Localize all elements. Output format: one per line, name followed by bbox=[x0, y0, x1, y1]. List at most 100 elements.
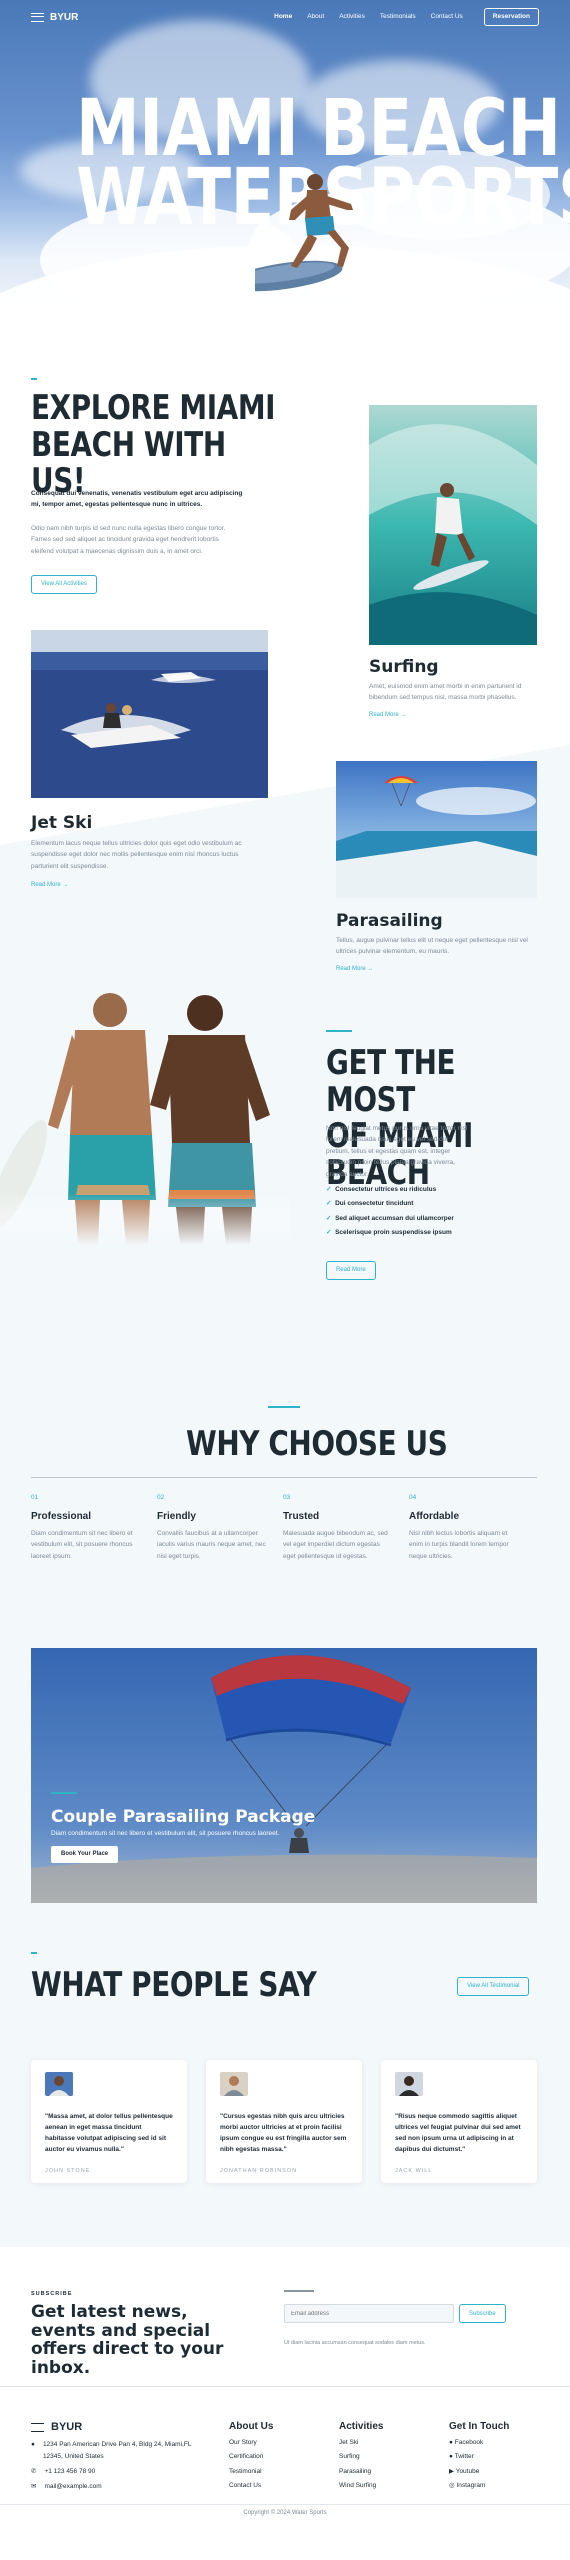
footer-link[interactable]: Surfing bbox=[339, 2450, 383, 2464]
check-icon: ✓ bbox=[326, 1214, 332, 1222]
twitter-link[interactable]: ● Twitter bbox=[449, 2450, 509, 2464]
accent-bar bbox=[31, 378, 37, 380]
footer-link[interactable]: Our Story bbox=[229, 2436, 273, 2450]
check-icon: ✓ bbox=[326, 1186, 332, 1193]
package-text: Diam condimentum sit nec libero et vesti… bbox=[51, 1830, 280, 1837]
nav-about[interactable]: About bbox=[307, 12, 324, 22]
footer-phone-text: +1 123 456 78 90 bbox=[44, 2468, 96, 2476]
navbar: BYUR Home About Activities Testimonials … bbox=[31, 8, 539, 26]
testimonials-cards: "Massa amet, at dolor tellus pellentesqu… bbox=[0, 2060, 570, 2247]
youtube-icon: ▶ bbox=[449, 2467, 454, 2475]
package-image bbox=[31, 1648, 537, 1903]
footer-brand-name: BYUR bbox=[51, 2421, 83, 2433]
list-item-text: Dui consectetur tincidunt bbox=[335, 1200, 414, 1208]
footer-link[interactable]: Jet Ski bbox=[339, 2436, 383, 2450]
instagram-icon: ◎ bbox=[449, 2481, 455, 2489]
footer-link[interactable]: Contact Us bbox=[229, 2479, 273, 2493]
check-icon: ✓ bbox=[326, 1200, 332, 1208]
testimonial-name: JOHN STONE bbox=[45, 2167, 91, 2174]
parasailing-text: Tellus, augue pulvinar tellus elit ut ne… bbox=[336, 937, 528, 956]
surfing-image bbox=[369, 405, 537, 645]
testimonial-card: "Massa amet, at dolor tellus pellentesqu… bbox=[31, 2060, 187, 2183]
accent-bar bbox=[31, 1952, 37, 1954]
feature-affordable: 04 Affordable Nisl nibh lectus lobortis … bbox=[409, 1493, 519, 1562]
menu-icon[interactable] bbox=[31, 12, 44, 22]
avatar bbox=[395, 2072, 423, 2096]
instagram-label: Instagram bbox=[456, 2481, 486, 2489]
feature-title: Trusted bbox=[283, 1510, 320, 1522]
footer-address-text: 1234 Pan American Drive Pan 4, Bldg 24, … bbox=[42, 2441, 192, 2460]
subscribe-label: SUBSCRIBE bbox=[31, 2291, 73, 2297]
parasailing-read-more[interactable]: Read More → bbox=[336, 965, 373, 974]
footer-about: About Us Our Story Certification Testimo… bbox=[229, 2419, 273, 2493]
avatar bbox=[45, 2072, 73, 2096]
subscribe-button[interactable]: Subscribe bbox=[459, 2304, 506, 2323]
view-all-testimonial-button[interactable]: View All Testimonial bbox=[457, 1977, 530, 1996]
book-place-button[interactable]: Book Your Place bbox=[51, 1846, 119, 1863]
feature-number: 02 bbox=[157, 1494, 165, 1501]
list-item-text: Consectetur ultrices eu ridiculus bbox=[335, 1186, 437, 1193]
most-read-more-button[interactable]: Read More bbox=[326, 1261, 376, 1280]
divider bbox=[0, 2504, 570, 2505]
accent-bar bbox=[51, 1792, 77, 1794]
testimonial-quote: "Massa amet, at dolor tellus pellentesqu… bbox=[45, 2112, 173, 2153]
nav-home[interactable]: Home bbox=[274, 12, 292, 22]
feature-title: Friendly bbox=[157, 1510, 196, 1522]
menu-icon bbox=[31, 2422, 44, 2432]
email-input[interactable] bbox=[284, 2304, 454, 2323]
footer-about-title: About Us bbox=[229, 2421, 274, 2432]
most-title-line1: GET THE MOST bbox=[326, 1043, 456, 1120]
feature-friendly: 02 Friendly Convallis faucibus at a ulla… bbox=[157, 1493, 267, 1562]
copyright: Copyright © 2024 Water Sports bbox=[243, 2510, 327, 2516]
instagram-link[interactable]: ◎ Instagram bbox=[449, 2479, 509, 2493]
subscribe-section: SUBSCRIBE Get latest news, events and sp… bbox=[0, 2247, 570, 2387]
mail-icon: ✉ bbox=[31, 2483, 37, 2491]
testimonial-name: JONATHAN ROBINSON bbox=[220, 2167, 298, 2174]
footer-link[interactable]: Certification bbox=[229, 2450, 273, 2464]
testimonial-card: "Cursus egestas nibh quis arcu ultricies… bbox=[206, 2060, 362, 2183]
footer-address: ● 1234 Pan American Drive Pan 4, Bldg 24,… bbox=[31, 2439, 201, 2462]
footer-phone[interactable]: ✆ +1 123 456 78 90 bbox=[31, 2467, 201, 2477]
footer-touch: Get In Touch ● Facebook ● Twitter ▶ Yout… bbox=[449, 2419, 509, 2493]
footer-contact: ● 1234 Pan American Drive Pan 4, Bldg 24,… bbox=[31, 2439, 201, 2492]
list-item-text: Scelerisque proin suspendisse ipsum bbox=[335, 1228, 452, 1236]
testimonial-quote: "Risus neque commodo sagittis aliquet ul… bbox=[395, 2112, 521, 2153]
divider bbox=[284, 2290, 314, 2292]
explore-lead: Consequat dui venenatis, venenatis vesti… bbox=[31, 490, 243, 509]
list-item: ✓ Sed aliquet accumsan dui ullamcorper bbox=[326, 1212, 526, 1226]
footer-email[interactable]: ✉ mail@example.com bbox=[31, 2482, 201, 2492]
feature-number: 03 bbox=[283, 1494, 291, 1501]
surfing-read-more[interactable]: Read More → bbox=[369, 711, 406, 720]
most-section: Tellus, augue pulvinar tellus elit ut ne… bbox=[0, 937, 570, 1705]
surfing-text: Amet, euismod enim amet morbi in enim pa… bbox=[369, 683, 522, 702]
feature-text: Malesuada augue bibendum ac, sed vel ege… bbox=[283, 1529, 388, 1560]
nav-contact[interactable]: Contact Us bbox=[431, 12, 463, 22]
location-icon: ● bbox=[31, 2441, 35, 2448]
jetski-read-more[interactable]: Read More → bbox=[31, 881, 68, 890]
feature-title: Professional bbox=[31, 1510, 92, 1522]
footer-touch-title: Get In Touch bbox=[449, 2421, 510, 2432]
subscribe-title: Get latest news, events and special offe… bbox=[31, 2302, 224, 2379]
subscribe-note: Ut diam lacinia accumsan consequat sodal… bbox=[284, 2340, 426, 2346]
feature-text: Nisl nibh lectus lobortis aliquam et eni… bbox=[409, 1529, 509, 1560]
feature-text: Convallis faucibus at a ullamcorper iacu… bbox=[157, 1529, 266, 1560]
youtube-link[interactable]: ▶ Youtube bbox=[449, 2465, 509, 2479]
feature-number: 04 bbox=[409, 1494, 417, 1501]
footer-brand[interactable]: BYUR bbox=[31, 2419, 82, 2436]
footer-link[interactable]: Wind Surfing bbox=[339, 2479, 383, 2493]
facebook-link[interactable]: ● Facebook bbox=[449, 2436, 509, 2450]
brand-logo[interactable]: BYUR bbox=[31, 10, 78, 25]
view-all-activities-button[interactable]: View All Activities bbox=[31, 575, 97, 594]
facebook-icon: ● bbox=[449, 2439, 453, 2446]
testimonial-card: "Risus neque commodo sagittis aliquet ul… bbox=[381, 2060, 537, 2183]
reservation-button[interactable]: Reservation bbox=[483, 8, 539, 26]
footer-link[interactable]: Parasailing bbox=[339, 2465, 383, 2479]
jetski-text: Elementum lacus neque tellus ultricies d… bbox=[31, 840, 242, 870]
nav-testimonials[interactable]: Testimonials bbox=[380, 12, 416, 22]
nav-activities[interactable]: Activities bbox=[339, 12, 365, 22]
footer-activities-title: Activities bbox=[339, 2421, 384, 2432]
footer-email-text: mail@example.com bbox=[44, 2483, 102, 2491]
footer-link[interactable]: Testimonial bbox=[229, 2465, 273, 2479]
divider bbox=[31, 1477, 537, 1478]
jetski-title: Jet Ski bbox=[31, 813, 93, 833]
